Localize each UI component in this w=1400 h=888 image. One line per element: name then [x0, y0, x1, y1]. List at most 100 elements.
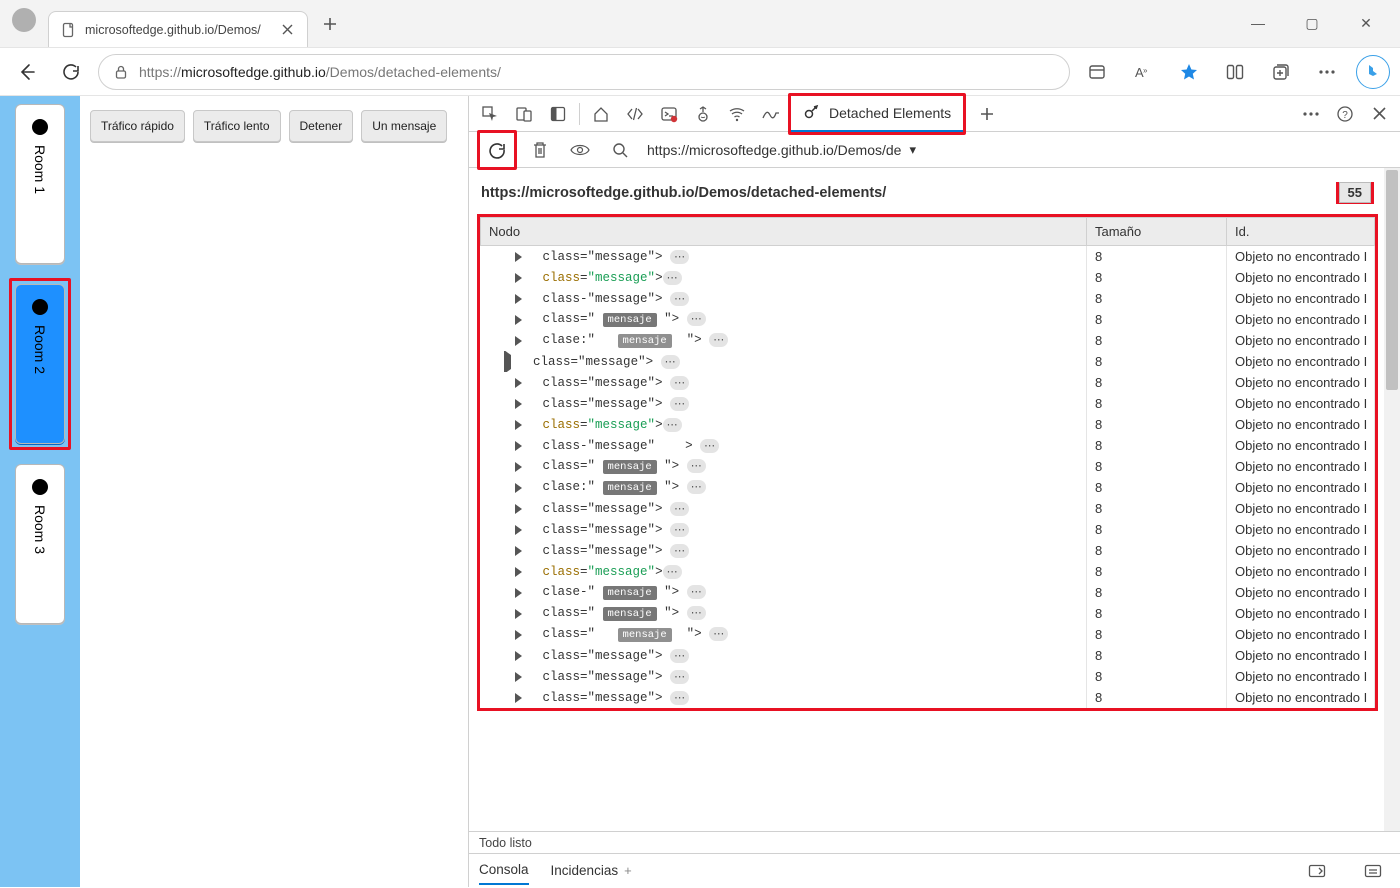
table-row[interactable]: clase:" mensaje "> ⋯ 8Objeto no encontra… — [481, 330, 1375, 351]
expand-triangle-icon[interactable] — [515, 504, 522, 514]
ellipsis-chip-icon[interactable]: ⋯ — [687, 480, 706, 494]
one-message-button[interactable]: Un mensaje — [361, 110, 447, 142]
ellipsis-chip-icon[interactable]: ⋯ — [663, 418, 682, 432]
expand-triangle-icon[interactable] — [515, 651, 522, 661]
room-2-button[interactable]: Room 2 — [15, 284, 65, 444]
welcome-tab-icon[interactable] — [584, 97, 618, 131]
dock-side-icon[interactable] — [541, 97, 575, 131]
drawer-tab-issues[interactable]: Incidencias — [551, 857, 619, 884]
devtools-settings-button[interactable] — [1294, 97, 1328, 131]
col-header-node[interactable]: Nodo — [481, 218, 1087, 246]
drawer-expand-icon[interactable] — [1300, 854, 1334, 888]
collections-icon[interactable] — [1264, 55, 1298, 89]
table-row[interactable]: class="message">⋯ 8Objeto no encontrado … — [481, 561, 1375, 582]
ellipsis-chip-icon[interactable]: ⋯ — [663, 565, 682, 579]
ellipsis-chip-icon[interactable]: ⋯ — [700, 439, 719, 453]
elements-tab-icon[interactable] — [618, 97, 652, 131]
expand-triangle-icon[interactable] — [515, 462, 522, 472]
eye-button[interactable] — [563, 133, 597, 167]
scrollbar-thumb[interactable] — [1386, 170, 1398, 390]
table-row[interactable]: class=" mensaje "> ⋯ 8Objeto no encontra… — [481, 456, 1375, 477]
expand-triangle-icon[interactable] — [515, 672, 522, 682]
table-row[interactable]: class="message"> ⋯ 8Objeto no encontrado… — [481, 519, 1375, 540]
ellipsis-chip-icon[interactable]: ⋯ — [663, 271, 682, 285]
table-row[interactable]: class="message"> ⋯ 8Objeto no encontrado… — [481, 372, 1375, 393]
window-maximize-button[interactable]: ▢ — [1296, 15, 1328, 32]
table-row[interactable]: class-"message" > ⋯ 8Objeto no encontrad… — [481, 435, 1375, 456]
device-emulation-icon[interactable] — [507, 97, 541, 131]
more-menu-button[interactable] — [1310, 55, 1344, 89]
collect-garbage-button[interactable] — [480, 133, 514, 167]
table-row[interactable]: class="message"> ⋯ 8Objeto no encontrado… — [481, 393, 1375, 414]
ellipsis-chip-icon[interactable]: ⋯ — [670, 691, 689, 705]
expand-triangle-icon[interactable] — [515, 336, 522, 346]
ellipsis-chip-icon[interactable]: ⋯ — [661, 355, 680, 369]
favorite-icon[interactable] — [1172, 55, 1206, 89]
table-row[interactable]: class=" mensaje "> ⋯ 8Objeto no encontra… — [481, 309, 1375, 330]
bing-chat-button[interactable] — [1356, 55, 1390, 89]
table-row[interactable]: class=" mensaje "> ⋯ 8Objeto no encontra… — [481, 624, 1375, 645]
ellipsis-chip-icon[interactable]: ⋯ — [670, 670, 689, 684]
expand-triangle-icon[interactable] — [515, 273, 522, 283]
frame-dropdown-icon[interactable]: ▾ — [909, 142, 916, 158]
expand-triangle-icon[interactable] — [515, 693, 522, 703]
expand-triangle-icon[interactable] — [515, 588, 522, 598]
performance-tab-icon[interactable] — [754, 97, 788, 131]
table-row[interactable]: class="message"> ⋯ 8Objeto no encontrado… — [481, 687, 1375, 708]
new-tab-button[interactable] — [314, 8, 346, 40]
table-row[interactable]: class=" mensaje "> ⋯ 8Objeto no encontra… — [481, 603, 1375, 624]
ellipsis-chip-icon[interactable]: ⋯ — [670, 397, 689, 411]
back-button[interactable] — [10, 55, 44, 89]
ellipsis-chip-icon[interactable]: ⋯ — [709, 627, 728, 641]
ellipsis-chip-icon[interactable]: ⋯ — [670, 502, 689, 516]
col-header-size[interactable]: Tamaño — [1087, 218, 1227, 246]
expand-triangle-icon[interactable] — [515, 483, 522, 493]
ellipsis-chip-icon[interactable]: ⋯ — [687, 312, 706, 326]
profile-avatar[interactable] — [12, 8, 36, 32]
refresh-button[interactable] — [54, 55, 88, 89]
console-tab-icon[interactable] — [652, 97, 686, 131]
table-row[interactable]: class="message"> ⋯ 8Objeto no encontrado… — [481, 666, 1375, 687]
more-tabs-button[interactable] — [970, 97, 1004, 131]
ellipsis-chip-icon[interactable]: ⋯ — [670, 292, 689, 306]
col-header-id[interactable]: Id. — [1227, 218, 1375, 246]
ellipsis-chip-icon[interactable]: ⋯ — [687, 606, 706, 620]
detached-elements-tab[interactable]: Detached Elements — [791, 96, 963, 132]
sources-tab-icon[interactable] — [686, 97, 720, 131]
devtools-frame-url[interactable]: https://microsoftedge.github.io/Demos/de — [647, 142, 901, 158]
expand-triangle-icon[interactable] — [515, 609, 522, 619]
address-bar[interactable]: https://microsoftedge.github.io/Demos/de… — [98, 54, 1070, 90]
expand-triangle-icon[interactable] — [515, 567, 522, 577]
tab-close-button[interactable] — [279, 22, 295, 38]
table-row[interactable]: class-"message"> ⋯ 8Objeto no encontrado… — [481, 288, 1375, 309]
expand-triangle-icon[interactable] — [515, 252, 522, 262]
expand-triangle-icon[interactable] — [515, 441, 522, 451]
vertical-scrollbar[interactable] — [1384, 168, 1400, 831]
split-screen-icon[interactable] — [1218, 55, 1252, 89]
ellipsis-chip-icon[interactable]: ⋯ — [670, 376, 689, 390]
table-row[interactable]: class="message">⋯ 8Objeto no encontrado … — [481, 267, 1375, 288]
table-row[interactable]: clase-" mensaje "> ⋯ 8Objeto no encontra… — [481, 582, 1375, 603]
expand-triangle-icon[interactable] — [515, 315, 522, 325]
expand-triangle-icon[interactable] — [515, 294, 522, 304]
room-1-button[interactable]: Room 1 — [15, 104, 65, 264]
devtools-close-button[interactable] — [1362, 97, 1396, 131]
read-aloud-icon[interactable]: A» — [1126, 55, 1160, 89]
expand-triangle-icon[interactable] — [515, 420, 522, 430]
window-close-button[interactable]: ✕ — [1350, 15, 1382, 32]
expand-triangle-icon[interactable] — [515, 630, 522, 640]
stop-button[interactable]: Detener — [289, 110, 354, 142]
drawer-collapse-icon[interactable] — [1356, 854, 1390, 888]
table-row[interactable]: clase:" mensaje "> ⋯ 8Objeto no encontra… — [481, 477, 1375, 498]
table-row[interactable]: class="message"> ⋯8Objeto no encontrado … — [481, 351, 1375, 372]
table-row[interactable]: class="message"> ⋯ 8Objeto no encontrado… — [481, 246, 1375, 268]
fast-traffic-button[interactable]: Tráfico rápido — [90, 110, 185, 142]
ellipsis-chip-icon[interactable]: ⋯ — [687, 585, 706, 599]
drawer-add-tab-icon[interactable]: + — [624, 863, 632, 878]
drawer-tab-console[interactable]: Consola — [479, 856, 529, 885]
browser-tab[interactable]: microsoftedge.github.io/Demos/ — [48, 11, 308, 47]
expand-triangle-icon[interactable] — [504, 351, 511, 372]
app-mode-icon[interactable] — [1080, 55, 1114, 89]
ellipsis-chip-icon[interactable]: ⋯ — [709, 333, 728, 347]
delete-button[interactable] — [523, 133, 557, 167]
